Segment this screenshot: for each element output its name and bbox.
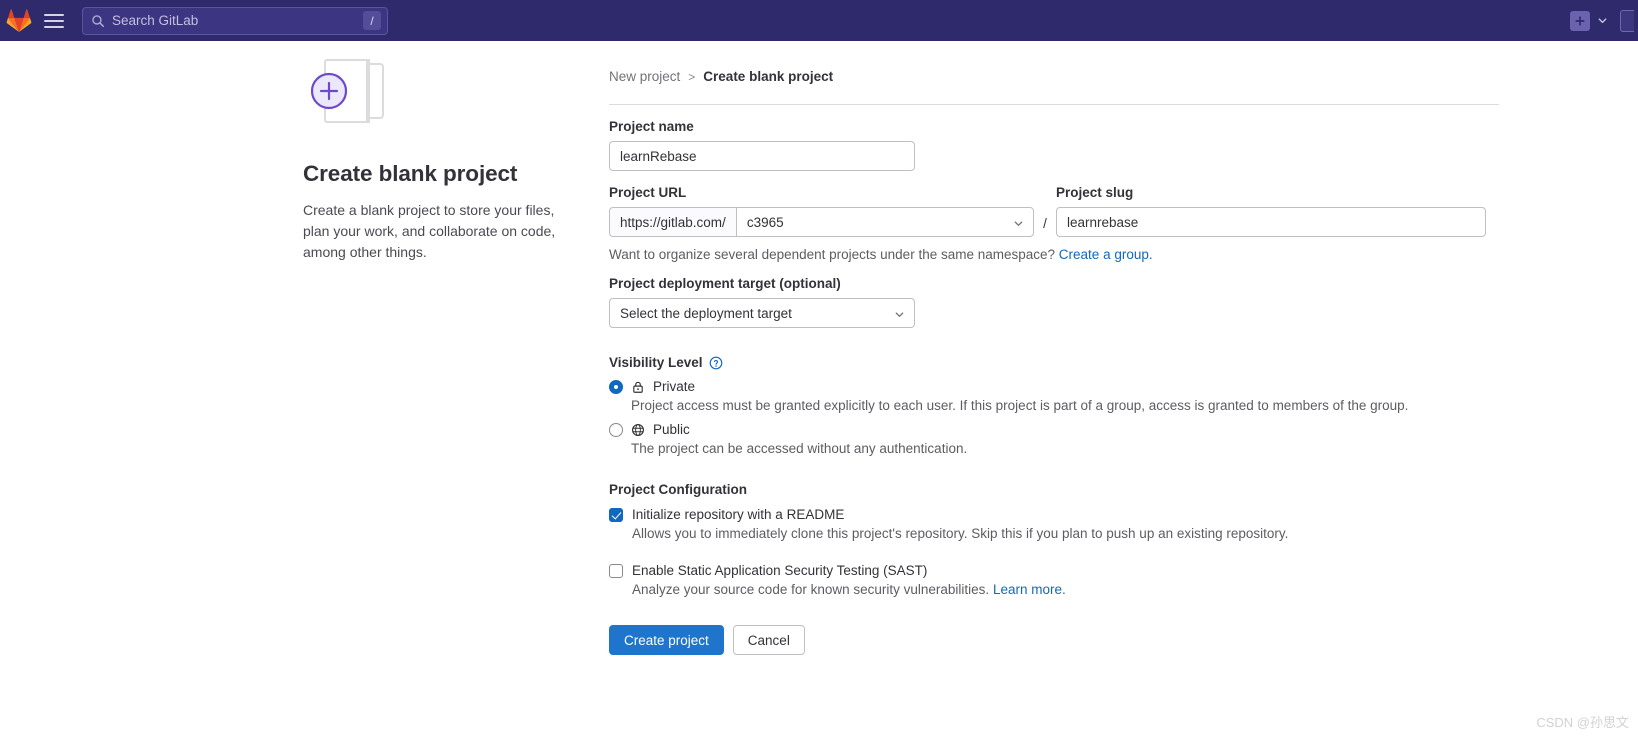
namespace-value: c3965 [746, 214, 784, 230]
visibility-public-label: Public [653, 422, 690, 437]
search-placeholder-text: Search GitLab [112, 13, 199, 28]
project-slug-input[interactable]: learnrebase [1056, 207, 1486, 237]
visibility-level-heading: Visibility Level [609, 355, 1499, 370]
visibility-private-description: Project access must be granted explicitl… [631, 398, 1409, 413]
chevron-down-icon [894, 308, 905, 319]
checkbox-initialize-readme[interactable] [609, 507, 623, 522]
namespace-select[interactable]: c3965 [735, 207, 1034, 237]
lock-icon [631, 380, 645, 394]
visibility-private-label: Private [653, 379, 696, 394]
hamburger-bar [44, 25, 64, 28]
radio-public[interactable] [609, 422, 623, 437]
hero-description: Create a blank project to store your fil… [303, 202, 556, 260]
checkbox-enable-sast[interactable] [609, 563, 623, 578]
project-url-row: Project URL https://gitlab.com/ c3965 / … [609, 185, 1499, 239]
project-configuration-group: Project Configuration Initialize reposit… [609, 482, 1499, 597]
globe-icon [631, 423, 645, 437]
search-input[interactable]: Search GitLab / [82, 6, 388, 35]
form-actions: Create project Cancel [609, 625, 1499, 655]
project-url-control: https://gitlab.com/ c3965 [609, 207, 1034, 237]
project-name-label: Project name [609, 119, 694, 134]
project-url-label: Project URL [609, 185, 687, 200]
search-shortcut-badge: / [363, 11, 381, 30]
config-readme-description: Allows you to immediately clone this pro… [632, 526, 1289, 541]
config-sast-label: Enable Static Application Security Testi… [632, 563, 928, 578]
header-divider [609, 104, 1499, 105]
project-url-group: Project URL https://gitlab.com/ c3965 / … [609, 185, 1499, 262]
create-project-form: New project > Create blank project Proje… [609, 69, 1499, 655]
breadcrumb-separator-icon: > [688, 69, 696, 84]
radio-private[interactable] [609, 379, 623, 394]
sast-learn-more-link[interactable]: Learn more. [993, 582, 1066, 597]
url-slug-separator: / [1043, 216, 1047, 231]
namespace-helper-text: Want to organize several dependent proje… [609, 247, 1499, 262]
deployment-target-group: Project deployment target (optional) Sel… [609, 276, 1499, 328]
hamburger-bar [44, 19, 64, 22]
visibility-option-public[interactable]: Public [609, 422, 1499, 437]
hero-title: Create blank project [303, 161, 518, 186]
visibility-option-private[interactable]: Private [609, 379, 1499, 394]
config-readme-label: Initialize repository with a README [632, 507, 845, 522]
create-project-button[interactable]: Create project [609, 625, 724, 655]
new-item-chevron-down-icon[interactable] [1593, 12, 1611, 30]
breadcrumb-current: Create blank project [703, 69, 834, 84]
page-body: Create blank project Create a blank proj… [0, 41, 1638, 743]
blank-project-illustration-icon [305, 55, 401, 137]
namespace-helper-label: Want to organize several dependent proje… [609, 247, 1056, 262]
visibility-public-description: The project can be accessed without any … [631, 441, 968, 456]
search-icon [91, 14, 105, 28]
watermark: CSDN @孙思文 [1536, 715, 1629, 730]
question-circle-icon[interactable] [709, 356, 723, 370]
hamburger-menu-icon[interactable] [44, 10, 66, 32]
create-a-group-link[interactable]: Create a group. [1059, 247, 1153, 262]
project-url-prefix: https://gitlab.com/ [609, 207, 736, 237]
config-sast-description: Analyze your source code for known secur… [632, 582, 1499, 597]
config-option-sast[interactable]: Enable Static Application Security Testi… [609, 563, 1499, 578]
top-navigation-bar: Search GitLab / [0, 0, 1638, 41]
visibility-level-label: Visibility Level [609, 355, 703, 370]
user-avatar[interactable] [1620, 9, 1634, 32]
hero-panel: Create blank project Create a blank proj… [303, 55, 593, 263]
new-item-plus-button[interactable] [1570, 10, 1590, 31]
deployment-target-label: Project deployment target (optional) [609, 276, 841, 291]
project-slug-column: Project slug learnrebase [1056, 185, 1499, 237]
breadcrumb-new-project[interactable]: New project [609, 69, 680, 84]
project-name-input[interactable]: learnRebase [609, 141, 915, 171]
chevron-down-icon [1013, 217, 1024, 228]
project-name-group: Project name learnRebase [609, 119, 1499, 171]
deployment-target-value: Select the deployment target [620, 305, 792, 321]
visibility-level-group: Visibility Level Private Project access … [609, 355, 1499, 456]
breadcrumb: New project > Create blank project [609, 69, 1499, 84]
config-sast-description-text: Analyze your source code for known secur… [632, 582, 990, 597]
project-configuration-heading: Project Configuration [609, 482, 747, 497]
project-url-column: Project URL https://gitlab.com/ c3965 [609, 185, 1034, 237]
project-slug-label: Project slug [1056, 185, 1134, 200]
config-option-readme[interactable]: Initialize repository with a README [609, 507, 1499, 522]
topbar-right-actions [1570, 9, 1638, 32]
hamburger-bar [44, 13, 64, 16]
deployment-target-select[interactable]: Select the deployment target [609, 298, 915, 328]
gitlab-logo-icon[interactable] [6, 8, 32, 33]
cancel-button[interactable]: Cancel [732, 625, 805, 655]
